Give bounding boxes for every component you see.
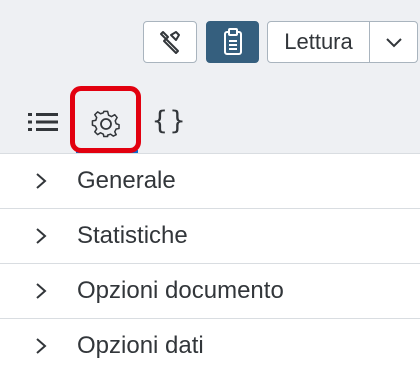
- mode-select-arrow[interactable]: [369, 21, 418, 63]
- braces-icon: {}: [152, 106, 188, 136]
- wrench-icon: [160, 31, 180, 54]
- section-label: Statistiche: [77, 222, 188, 249]
- chevron-right-icon: [36, 338, 47, 354]
- tools-button[interactable]: [143, 21, 197, 63]
- section-label: Generale: [77, 167, 176, 194]
- section-row-generale[interactable]: Generale: [0, 153, 420, 208]
- mode-select-label[interactable]: Lettura: [267, 21, 370, 63]
- highlight-box: [70, 86, 141, 153]
- section-row-opzioni-documento[interactable]: Opzioni documento: [0, 263, 420, 318]
- chevron-right-icon: [36, 228, 47, 244]
- section-label: Opzioni dati: [77, 332, 204, 359]
- toolbar: Lettura: [0, 0, 420, 88]
- tab-json[interactable]: {}: [152, 106, 187, 136]
- document-button[interactable]: [206, 21, 259, 63]
- clipboard-icon: [223, 28, 242, 55]
- section-list: Generale Statistiche Opzioni documento O…: [0, 153, 420, 373]
- section-row-opzioni-dati[interactable]: Opzioni dati: [0, 318, 420, 373]
- mode-select[interactable]: Lettura: [267, 21, 418, 63]
- chevron-down-icon: [385, 38, 402, 48]
- section-label: Opzioni documento: [77, 277, 284, 304]
- list-icon: [28, 113, 58, 131]
- section-row-statistiche[interactable]: Statistiche: [0, 208, 420, 263]
- tab-list[interactable]: [28, 112, 60, 137]
- tab-bar: [0, 96, 420, 152]
- chevron-right-icon: [36, 283, 47, 299]
- chevron-right-icon: [36, 173, 47, 189]
